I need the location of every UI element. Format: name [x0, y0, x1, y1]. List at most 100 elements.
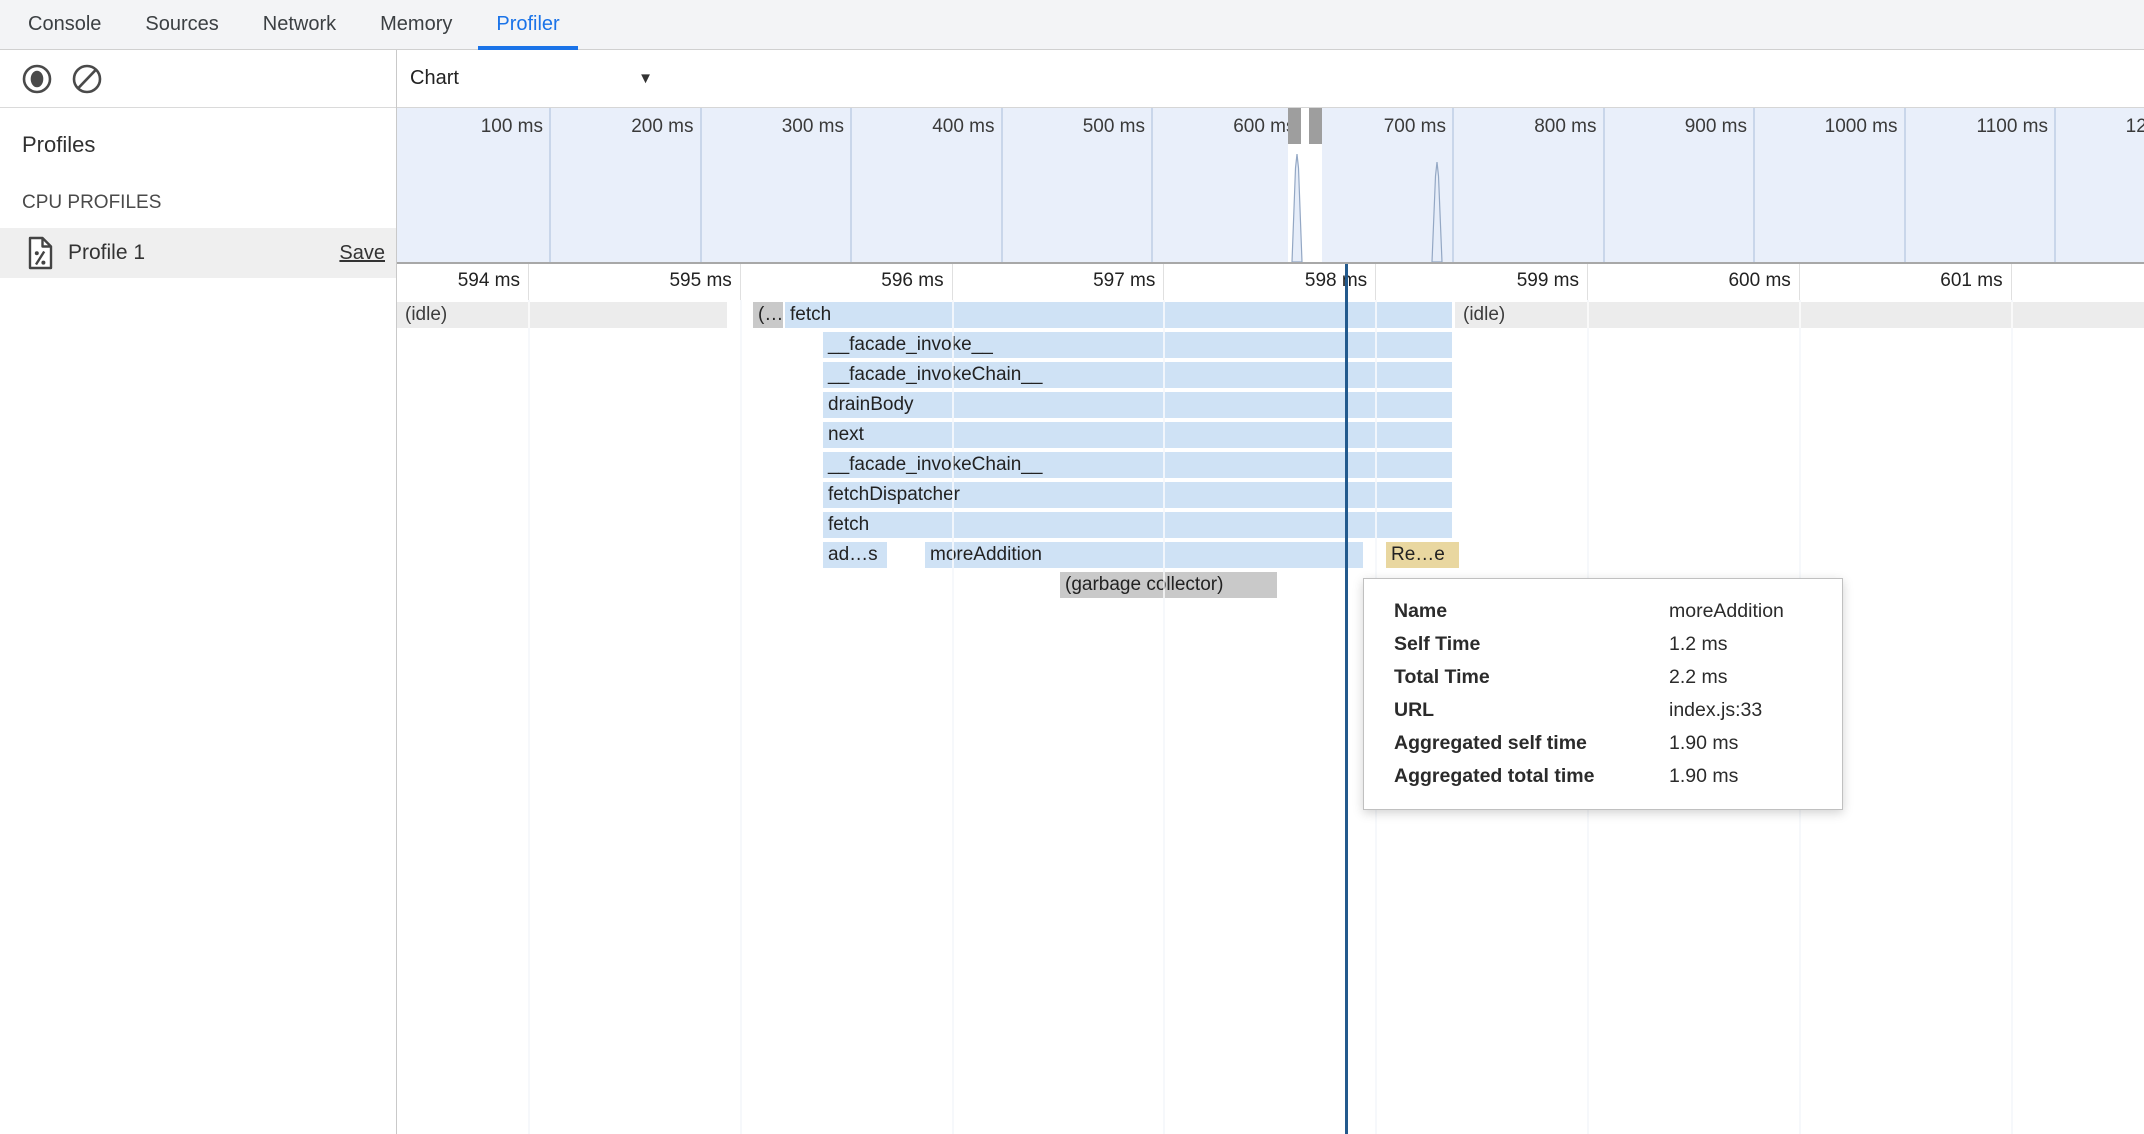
flame-bar[interactable]: __facade_invokeChain__	[823, 362, 1452, 388]
flame-gridline-overlay	[1163, 300, 1165, 1134]
tooltip-value: index.js:33	[1669, 694, 1824, 727]
tooltip-label: URL	[1394, 694, 1669, 727]
overview-tick-label: 900 ms	[1637, 116, 1747, 138]
profile-list-item[interactable]: Profile 1 Save	[0, 228, 396, 278]
tabs: ConsoleSourcesNetworkMemoryProfiler	[6, 0, 582, 49]
overview-tick-label: 1200 ms	[2089, 116, 2144, 138]
sidebar: Profiles CPU PROFILES Profile 1 Save	[0, 50, 397, 1134]
overview-tick-label: 800 ms	[1487, 116, 1597, 138]
record-icon[interactable]	[20, 62, 54, 96]
overview-gridline	[1151, 108, 1153, 262]
flame-bar[interactable]: next	[823, 422, 1452, 448]
tooltip-row: Aggregated self time1.90 ms	[1394, 727, 1824, 760]
ruler-tick-label: 594 ms	[398, 270, 520, 292]
flame-bar[interactable]: (garbage collector)	[1060, 572, 1277, 598]
overview-gridline	[549, 108, 551, 262]
cpu-profiles-section-label: CPU PROFILES	[0, 158, 396, 228]
flame-bar[interactable]: __facade_invoke__	[823, 332, 1452, 358]
overview-tick-label: 100 ms	[433, 116, 543, 138]
tooltip-label: Self Time	[1394, 628, 1669, 661]
overview-gridline	[1753, 108, 1755, 262]
ruler-gridline	[1375, 264, 1376, 300]
flame-bar[interactable]: ad…s	[823, 542, 887, 568]
tooltip-row: Self Time1.2 ms	[1394, 628, 1824, 661]
ruler-tick-label: 598 ms	[1245, 270, 1367, 292]
ruler-tick-label: 596 ms	[822, 270, 944, 292]
ruler-tick-label: 595 ms	[610, 270, 732, 292]
ruler-gridline	[1587, 264, 1588, 300]
flame-bar[interactable]: fetchDispatcher	[823, 482, 1452, 508]
tab-bar: ConsoleSourcesNetworkMemoryProfiler	[0, 0, 2144, 50]
flame-gridline-overlay	[528, 300, 530, 1134]
timeline-overview[interactable]: 100 ms200 ms300 ms400 ms500 ms600 ms700 …	[397, 108, 2144, 264]
overview-tick-label: 600 ms	[1186, 116, 1296, 138]
tab-memory[interactable]: Memory	[358, 0, 474, 49]
playhead-marker[interactable]	[1345, 264, 1348, 1134]
flame-bar[interactable]: fetch	[823, 512, 1452, 538]
ruler-tick-label: 601 ms	[1881, 270, 2003, 292]
flame-bar[interactable]: __facade_invokeChain__	[823, 452, 1452, 478]
flame-gridline-overlay	[740, 300, 742, 1134]
clear-all-icon[interactable]	[70, 62, 104, 96]
save-profile-link[interactable]: Save	[339, 242, 385, 265]
tooltip-row: URLindex.js:33	[1394, 694, 1824, 727]
tooltip-value: moreAddition	[1669, 595, 1824, 628]
ruler-tick-label: 599 ms	[1457, 270, 1579, 292]
tooltip-value: 2.2 ms	[1669, 661, 1824, 694]
overview-tick-label: 200 ms	[584, 116, 694, 138]
tab-console[interactable]: Console	[6, 0, 123, 49]
flame-chart[interactable]: (idle)(…fetch(idle)__facade_invoke____fa…	[397, 300, 2144, 1134]
overview-tick-label: 500 ms	[1035, 116, 1145, 138]
flame-gridline-overlay	[2011, 300, 2013, 1134]
overview-gridline	[1001, 108, 1003, 262]
profile-name: Profile 1	[68, 241, 145, 265]
dropdown-arrow-icon: ▼	[638, 70, 653, 87]
cpu-activity-spike	[1431, 162, 1443, 262]
tab-network[interactable]: Network	[241, 0, 358, 49]
overview-tick-label: 400 ms	[885, 116, 995, 138]
cpu-activity-spike	[1291, 154, 1303, 262]
overview-gridline	[700, 108, 702, 262]
flame-bar[interactable]: (…	[753, 302, 783, 328]
tooltip-label: Total Time	[1394, 661, 1669, 694]
tooltip-value: 1.90 ms	[1669, 727, 1824, 760]
ruler-gridline	[2011, 264, 2012, 300]
flame-bar[interactable]: fetch	[785, 302, 1452, 328]
overview-gridline	[1452, 108, 1454, 262]
view-mode-select[interactable]: Chart ▼	[410, 67, 653, 90]
tooltip-row: Total Time2.2 ms	[1394, 661, 1824, 694]
flame-bar[interactable]: Re…e	[1386, 542, 1459, 568]
tooltip-label: Name	[1394, 595, 1669, 628]
ruler-tick-label: 597 ms	[1033, 270, 1155, 292]
overview-left-handle[interactable]	[1288, 108, 1301, 144]
tab-sources[interactable]: Sources	[123, 0, 240, 49]
tooltip-row: NamemoreAddition	[1394, 595, 1824, 628]
ruler-gridline	[1799, 264, 1800, 300]
time-ruler: 594 ms595 ms596 ms597 ms598 ms599 ms600 …	[397, 264, 2144, 300]
view-toolbar: Chart ▼	[397, 50, 2144, 108]
profiles-heading: Profiles	[0, 108, 396, 158]
ruler-gridline	[1163, 264, 1164, 300]
overview-tick-label: 1000 ms	[1788, 116, 1898, 138]
overview-gridline	[1904, 108, 1906, 262]
tooltip-label: Aggregated total time	[1394, 760, 1669, 793]
ruler-gridline	[952, 264, 953, 300]
overview-tick-label: 300 ms	[734, 116, 844, 138]
flame-bar[interactable]: (idle)	[397, 302, 727, 328]
overview-right-handle[interactable]	[1309, 108, 1322, 144]
view-mode-value: Chart	[410, 67, 459, 90]
tooltip-value: 1.90 ms	[1669, 760, 1824, 793]
frame-tooltip: NamemoreAdditionSelf Time1.2 msTotal Tim…	[1363, 578, 1843, 810]
tooltip-row: Aggregated total time1.90 ms	[1394, 760, 1824, 793]
ruler-gridline	[528, 264, 529, 300]
flame-bar[interactable]: drainBody	[823, 392, 1452, 418]
overview-tick-label: 1100 ms	[1938, 116, 2048, 138]
overview-gridline	[1603, 108, 1605, 262]
tooltip-value: 1.2 ms	[1669, 628, 1824, 661]
tab-profiler[interactable]: Profiler	[474, 0, 581, 49]
tooltip-label: Aggregated self time	[1394, 727, 1669, 760]
profiler-toolbar	[0, 50, 396, 108]
profiler-content: Chart ▼ 100 ms 200 ms 300 ms 400 ms 500 ms 60…	[397, 50, 2144, 1134]
overview-gridline	[2054, 108, 2056, 262]
flame-bar[interactable]: moreAddition	[925, 542, 1363, 568]
